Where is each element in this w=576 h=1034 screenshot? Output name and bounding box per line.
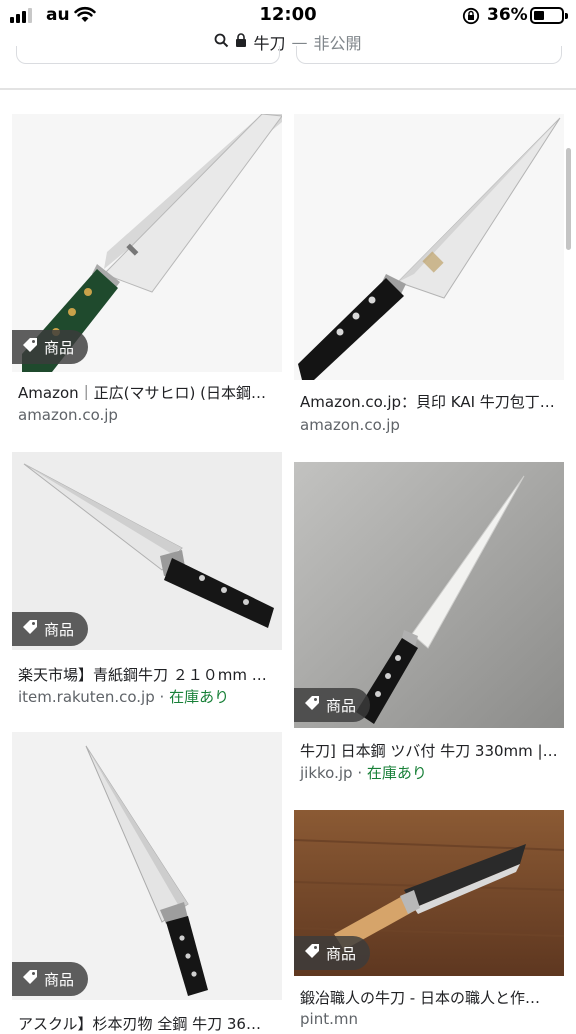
stock-status: 在庫あり bbox=[366, 764, 427, 782]
result-title[interactable]: 楽天市場】青紙鋼牛刀 ２１０mm … bbox=[18, 664, 280, 685]
tag-icon bbox=[304, 695, 320, 715]
result-source[interactable]: pint.mn bbox=[300, 1010, 358, 1028]
result-title[interactable]: Amazon.co.jp：貝印 KAI 牛刀包丁… bbox=[300, 391, 562, 412]
filter-chip[interactable] bbox=[296, 46, 562, 64]
badge-label: 商品 bbox=[326, 944, 357, 963]
status-bar: au 12:00 36% bbox=[0, 0, 576, 32]
product-badge: 商品 bbox=[12, 962, 89, 996]
result-card[interactable]: 商品 鍛冶職人の牛刀 - 日本の職人と作… pint.mn bbox=[294, 810, 566, 1028]
result-card[interactable]: 商品 アスクル】杉本刃物 全鋼 牛刀 36… bbox=[12, 732, 284, 1033]
result-card[interactable]: Amazon.co.jp：貝印 KAI 牛刀包丁… amazon.co.jp bbox=[294, 114, 566, 444]
badge-label: 商品 bbox=[44, 338, 75, 357]
rotation-lock-icon bbox=[462, 7, 480, 29]
product-badge: 商品 bbox=[294, 688, 371, 722]
badge-label: 商品 bbox=[44, 970, 75, 989]
result-image[interactable] bbox=[294, 114, 564, 380]
result-card[interactable]: 商品 牛刀] 日本鋼 ツバ付 牛刀 330mm |… jikko.jp · 在庫… bbox=[294, 462, 566, 784]
result-title[interactable]: 牛刀] 日本鋼 ツバ付 牛刀 330mm |… bbox=[300, 740, 562, 761]
tag-icon bbox=[22, 969, 38, 989]
tag-icon bbox=[304, 943, 320, 963]
result-source[interactable]: item.rakuten.co.jp · 在庫あり bbox=[18, 686, 229, 707]
filter-chip-row bbox=[0, 46, 576, 66]
result-card[interactable]: 商品 楽天市場】青紙鋼牛刀 ２１０mm … item.rakuten.co.jp… bbox=[12, 452, 284, 714]
battery-icon bbox=[530, 7, 568, 24]
product-badge: 商品 bbox=[12, 612, 89, 646]
filter-chip[interactable] bbox=[16, 46, 280, 64]
result-title[interactable]: 鍛冶職人の牛刀 - 日本の職人と作… bbox=[300, 987, 562, 1008]
result-title[interactable]: Amazon｜正広(マサヒロ) (日本鋼… bbox=[18, 382, 280, 403]
badge-label: 商品 bbox=[326, 696, 357, 715]
product-badge: 商品 bbox=[294, 936, 371, 970]
result-source[interactable]: amazon.co.jp bbox=[18, 406, 118, 424]
product-badge: 商品 bbox=[12, 330, 89, 364]
divider bbox=[0, 88, 576, 90]
scrollbar[interactable] bbox=[566, 148, 571, 250]
result-card[interactable]: 商品 Amazon｜正広(マサヒロ) (日本鋼… amazon.co.jp bbox=[12, 114, 284, 434]
tag-icon bbox=[22, 619, 38, 639]
result-image[interactable] bbox=[12, 732, 282, 1000]
tag-icon bbox=[22, 337, 38, 357]
badge-label: 商品 bbox=[44, 620, 75, 639]
result-source[interactable]: jikko.jp · 在庫あり bbox=[300, 762, 427, 783]
stock-status: 在庫あり bbox=[169, 688, 230, 706]
result-source[interactable]: amazon.co.jp bbox=[300, 416, 400, 434]
battery-percent: 36% bbox=[487, 5, 528, 25]
